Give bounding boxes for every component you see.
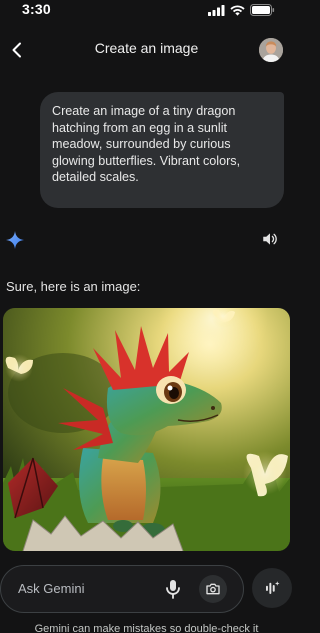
assistant-response-text: Sure, here is an image: (6, 279, 141, 294)
battery-icon (250, 4, 275, 16)
live-audio-button[interactable] (252, 568, 292, 608)
status-time: 3:30 (22, 1, 51, 17)
status-bar: 3:30 (0, 0, 293, 22)
back-arrow-icon (12, 42, 21, 58)
status-icons (208, 3, 275, 17)
tiny-dragon-hatching-image (3, 308, 290, 551)
signal-icon (208, 4, 225, 16)
camera-button[interactable] (199, 575, 227, 603)
app-bar: Create an image (0, 30, 293, 70)
avatar[interactable] (259, 38, 283, 62)
generated-image[interactable] (3, 308, 290, 551)
page-title: Create an image (94, 40, 199, 56)
input-placeholder: Ask Gemini (18, 581, 85, 596)
user-avatar-icon (259, 38, 283, 62)
camera-icon (206, 583, 220, 595)
speaker-icon[interactable] (261, 230, 279, 248)
wifi-icon (230, 4, 245, 16)
back-button[interactable] (3, 36, 31, 64)
mic-icon[interactable] (161, 577, 185, 601)
disclaimer-text: Gemini can make mistakes so double-check… (34, 623, 259, 633)
user-prompt-text: Create an image of a tiny dragon hatchin… (52, 104, 241, 185)
user-message-bubble: Create an image of a tiny dragon hatchin… (40, 92, 284, 208)
ask-gemini-input[interactable]: Ask Gemini (0, 565, 244, 613)
gemini-sparkle-icon (6, 231, 24, 249)
live-audio-icon (266, 581, 280, 594)
